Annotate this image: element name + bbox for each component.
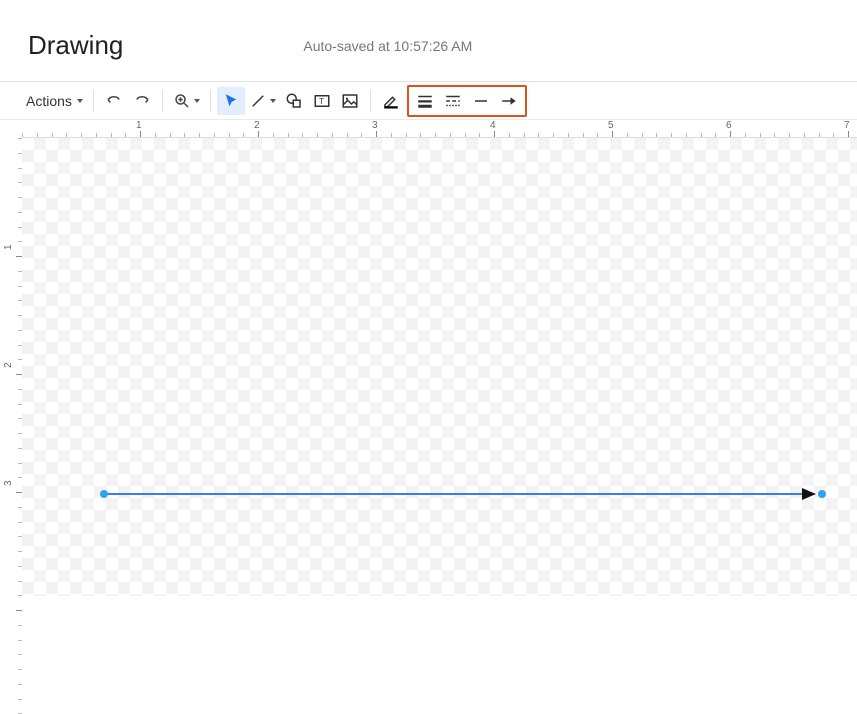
separator [93,90,94,112]
chevron-down-icon [77,99,83,103]
line-color-button[interactable] [377,87,405,115]
workspace: 123 [0,138,857,596]
ruler-horizontal: 1234567 [22,120,857,138]
separator [210,90,211,112]
toolbar: Actions T [0,82,857,120]
line-dash-icon [444,92,462,110]
line-tool[interactable] [245,87,280,115]
line-end-icon [500,92,518,110]
ruler-vertical: 123 [0,138,22,596]
header: Drawing Auto-saved at 10:57:26 AM [0,0,857,82]
separator [370,90,371,112]
line-end-button[interactable] [495,87,523,115]
zoom-button[interactable] [169,87,204,115]
line-start-handle[interactable] [100,490,108,498]
image-icon [341,92,359,110]
line-end-handle[interactable] [818,490,826,498]
line-start-button[interactable] [467,87,495,115]
svg-text:T: T [319,97,324,106]
select-tool[interactable] [217,87,245,115]
canvas[interactable] [22,138,857,596]
autosave-status: Auto-saved at 10:57:26 AM [303,38,472,54]
cursor-icon [222,92,240,110]
drawn-arrow[interactable] [22,138,857,596]
line-weight-icon [416,92,434,110]
page-title: Drawing [28,30,123,61]
pencil-icon [382,92,400,110]
shape-tool[interactable] [280,87,308,115]
image-tool[interactable] [336,87,364,115]
chevron-down-icon [270,99,276,103]
line-style-group-highlight [407,85,527,117]
line-icon [249,92,267,110]
textbox-tool[interactable]: T [308,87,336,115]
shape-icon [285,92,303,110]
zoom-icon [173,92,191,110]
redo-icon [133,92,151,110]
separator [162,90,163,112]
actions-menu[interactable]: Actions [22,87,87,115]
undo-button[interactable] [100,87,128,115]
redo-button[interactable] [128,87,156,115]
line-start-icon [472,92,490,110]
textbox-icon: T [313,92,331,110]
chevron-down-icon [194,99,200,103]
undo-icon [105,92,123,110]
line-dash-button[interactable] [439,87,467,115]
line-weight-button[interactable] [411,87,439,115]
actions-label: Actions [26,93,74,109]
